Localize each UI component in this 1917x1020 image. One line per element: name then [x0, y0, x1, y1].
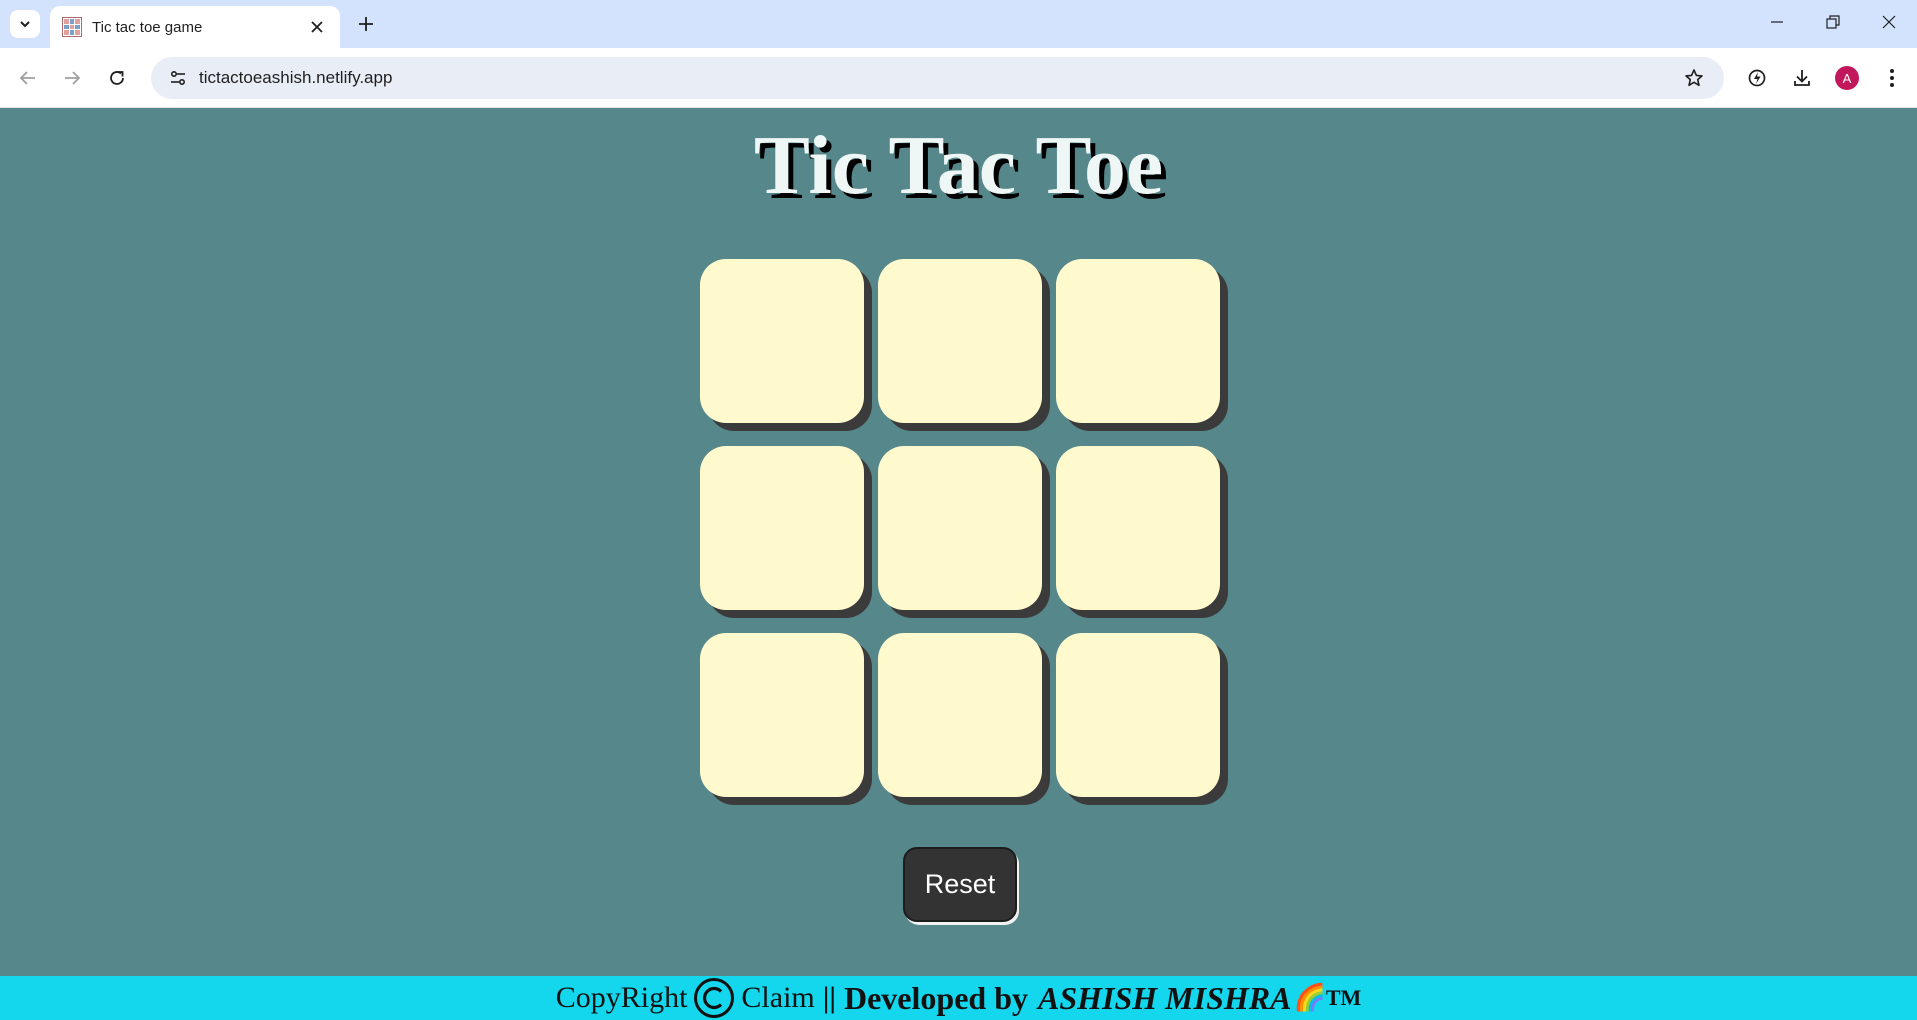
rainbow-emoji: 🌈: [1293, 983, 1326, 1012]
window-close-button[interactable]: [1861, 0, 1917, 44]
board-cell-8[interactable]: [878, 633, 1042, 797]
address-bar[interactable]: tictactoeashish.netlify.app: [151, 57, 1724, 99]
board-cell-6[interactable]: [1056, 446, 1220, 610]
tab-strip: Tic tac toe game: [0, 0, 1917, 48]
minimize-icon: [1771, 21, 1783, 23]
footer: CopyRight Claim || Developed by ASHISH M…: [0, 976, 1917, 1020]
tab-search-icon: [20, 21, 30, 28]
board-cell-1[interactable]: [700, 259, 864, 423]
site-info-button[interactable]: [165, 65, 191, 91]
tab-title: Tic tac toe game: [92, 18, 203, 36]
forward-button[interactable]: [56, 62, 88, 94]
bookmark-button[interactable]: [1678, 62, 1710, 94]
footer-author-name: ASHISH MISHRA: [1037, 979, 1292, 1016]
browser-menu-button[interactable]: [1876, 62, 1908, 94]
minimize-button[interactable]: [1749, 0, 1805, 44]
back-arrow-icon: [19, 71, 35, 85]
footer-copyright-text: CopyRight: [555, 981, 688, 1014]
footer-separator: ||: [822, 981, 836, 1014]
tab-close-button[interactable]: [306, 16, 328, 38]
tab-favicon-icon: [62, 17, 82, 37]
performance-button[interactable]: [1741, 62, 1773, 94]
back-button[interactable]: [12, 62, 44, 94]
reload-icon: [110, 71, 124, 85]
board-cell-4[interactable]: [700, 446, 864, 610]
restore-button[interactable]: [1805, 0, 1861, 44]
browser-toolbar: tictactoeashish.netlify.app A: [0, 48, 1917, 108]
site-info-icon: [170, 70, 186, 86]
active-tab[interactable]: Tic tac toe game: [50, 6, 340, 48]
copyright-icon: [693, 977, 735, 1019]
close-icon: [311, 21, 323, 33]
profile-button[interactable]: A: [1831, 62, 1863, 94]
reload-button[interactable]: [101, 62, 133, 94]
game-page: Tic Tac Toe Reset: [0, 108, 1917, 976]
download-icon: [1794, 70, 1810, 86]
kebab-menu-icon: [1890, 69, 1894, 87]
forward-arrow-icon: [65, 71, 81, 85]
performance-icon: [1748, 69, 1766, 87]
trademark-mark: TM: [1325, 985, 1362, 1010]
restore-icon: [1826, 15, 1840, 29]
url-text[interactable]: tictactoeashish.netlify.app: [199, 68, 1678, 88]
footer-developed-by: Developed by: [843, 979, 1028, 1016]
new-tab-button[interactable]: [352, 10, 380, 38]
board-cell-9[interactable]: [1056, 633, 1220, 797]
avatar: A: [1835, 66, 1859, 90]
star-icon: [1685, 69, 1703, 87]
board-cell-2[interactable]: [878, 259, 1042, 423]
board-cell-3[interactable]: [1056, 259, 1220, 423]
tab-search-button[interactable]: [10, 10, 40, 38]
game-board: [700, 259, 1220, 797]
reset-button[interactable]: Reset: [903, 847, 1017, 922]
page-title: Tic Tac Toe: [753, 119, 1164, 212]
footer-claim-text: Claim: [741, 981, 815, 1014]
board-cell-5[interactable]: [878, 446, 1042, 610]
board-cell-7[interactable]: [700, 633, 864, 797]
window-close-icon: [1882, 15, 1896, 29]
downloads-button[interactable]: [1786, 62, 1818, 94]
plus-icon: [359, 17, 373, 31]
